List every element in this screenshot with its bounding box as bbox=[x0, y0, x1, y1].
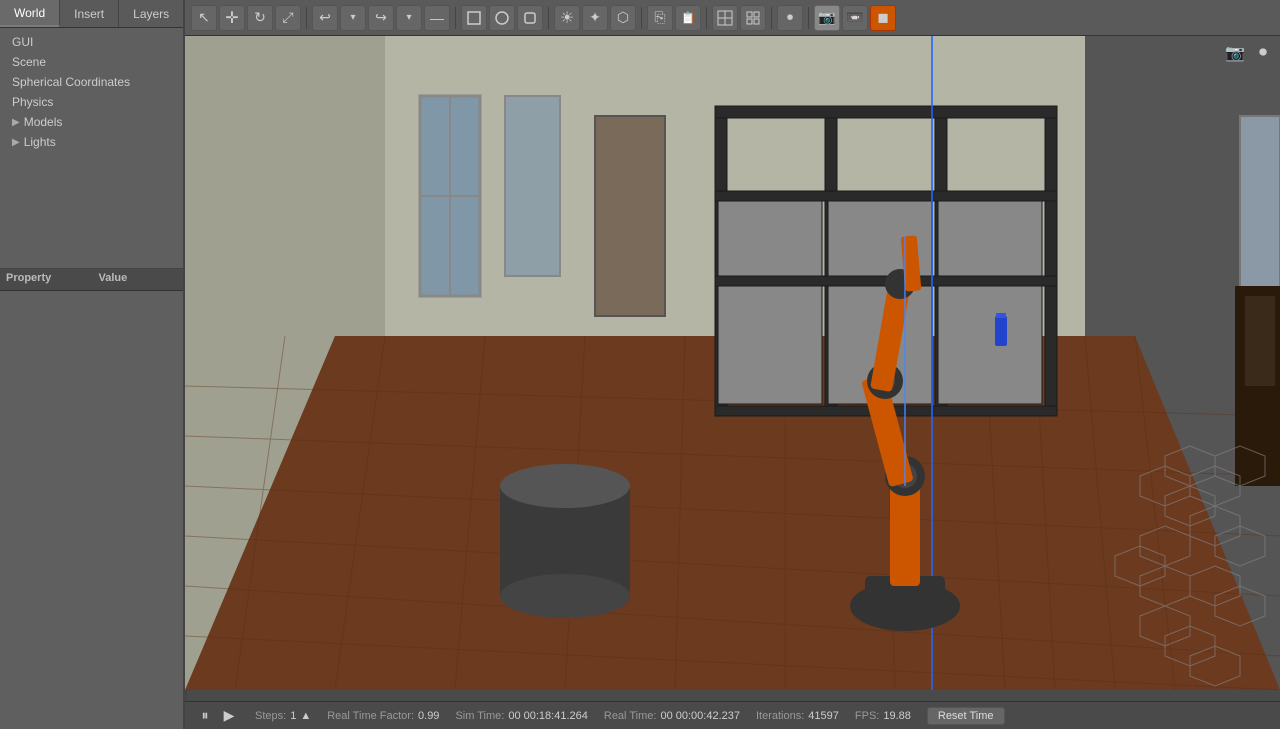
delete-button[interactable]: — bbox=[424, 5, 450, 31]
paste-button[interactable]: 📋 bbox=[675, 5, 701, 31]
scene-svg bbox=[185, 36, 1280, 690]
grid-button[interactable] bbox=[740, 5, 766, 31]
status-bar: ⏸ ▶ Steps: 1 ▲ Real Time Factor: 0.99 Si… bbox=[185, 701, 1280, 729]
translate-tool-button[interactable]: ✛ bbox=[219, 5, 245, 31]
lights-arrow: ▶ bbox=[12, 137, 20, 148]
models-arrow: ▶ bbox=[12, 117, 20, 128]
box-shape-button[interactable] bbox=[461, 5, 487, 31]
tab-world[interactable]: World bbox=[0, 0, 60, 27]
viewport-record-icon[interactable]: ⏺ bbox=[1252, 42, 1274, 64]
sidebar-item-lights[interactable]: ▶ Lights bbox=[0, 132, 185, 152]
left-panel: World Insert Layers GUI Scene Spherical … bbox=[0, 0, 185, 729]
copy-button[interactable]: ⎘ bbox=[647, 5, 673, 31]
sidebar-item-gui[interactable]: GUI bbox=[0, 32, 185, 52]
sep7 bbox=[808, 7, 809, 29]
fps-label: FPS: bbox=[855, 710, 879, 722]
point-light-button[interactable]: ✦ bbox=[582, 5, 608, 31]
viewport-screenshot-icon[interactable]: 📷 bbox=[1224, 42, 1246, 64]
steps-item: Steps: 1 ▲ bbox=[255, 710, 311, 722]
wireframe-button[interactable] bbox=[712, 5, 738, 31]
sphere-shape-button[interactable] bbox=[489, 5, 515, 31]
fps-item: FPS: 19.88 bbox=[855, 710, 911, 722]
sep2 bbox=[455, 7, 456, 29]
tab-insert[interactable]: Insert bbox=[60, 0, 119, 27]
steps-label: Steps: bbox=[255, 710, 286, 722]
sidebar-item-physics[interactable]: Physics bbox=[0, 92, 185, 112]
property-col-value: Value bbox=[93, 269, 186, 290]
sep5 bbox=[706, 7, 707, 29]
realtime-factor-item: Real Time Factor: 0.99 bbox=[327, 710, 439, 722]
tab-bar: World Insert Layers bbox=[0, 0, 185, 28]
realtime-value: 00 00:00:42.237 bbox=[660, 710, 740, 722]
screenshot-button[interactable]: 📷 bbox=[814, 5, 840, 31]
iterations-value: 41597 bbox=[808, 710, 839, 722]
spot-light-button[interactable]: ⬡ bbox=[610, 5, 636, 31]
tab-layers[interactable]: Layers bbox=[119, 0, 184, 27]
viewport-icons: 📷 ⏺ bbox=[1224, 42, 1274, 64]
undo-button[interactable]: ↩ bbox=[312, 5, 338, 31]
simtime-item: Sim Time: 00 00:18:41.264 bbox=[455, 710, 587, 722]
iterations-item: Iterations: 41597 bbox=[756, 710, 839, 722]
cylinder-shape-button[interactable] bbox=[517, 5, 543, 31]
sep6 bbox=[771, 7, 772, 29]
realtime-label: Real Time: bbox=[604, 710, 657, 722]
step-button[interactable]: ▶ bbox=[219, 706, 239, 726]
simtime-label: Sim Time: bbox=[455, 710, 504, 722]
scene-canvas: 📷 ⏺ bbox=[185, 36, 1280, 690]
fps-value: 19.88 bbox=[883, 710, 911, 722]
toolbar: ↖ ✛ ↻ ⤢ ↩ ▾ ↪ ▾ — ☀ ✦ ⬡ ⎘ 📋 ⏺ 📷 📼 ◼ bbox=[185, 0, 1280, 36]
tool7-button[interactable]: ⏺ bbox=[777, 5, 803, 31]
orange-marker[interactable]: ◼ bbox=[870, 5, 896, 31]
realtime-item: Real Time: 00 00:00:42.237 bbox=[604, 710, 740, 722]
undo-dropdown[interactable]: ▾ bbox=[340, 5, 366, 31]
sidebar-item-scene[interactable]: Scene bbox=[0, 52, 185, 72]
reset-time-button[interactable]: Reset Time bbox=[927, 707, 1005, 725]
redo-dropdown[interactable]: ▾ bbox=[396, 5, 422, 31]
step-arrow: ▲ bbox=[300, 710, 311, 722]
steps-value: 1 bbox=[290, 710, 296, 722]
play-controls: ⏸ ▶ bbox=[195, 706, 239, 726]
scale-tool-button[interactable]: ⤢ bbox=[275, 5, 301, 31]
property-header: Property Value bbox=[0, 269, 185, 291]
record-button[interactable]: 📼 bbox=[842, 5, 868, 31]
sidebar-item-spherical-coordinates[interactable]: Spherical Coordinates bbox=[0, 72, 185, 92]
pause-button[interactable]: ⏸ bbox=[195, 706, 215, 726]
sun-light-button[interactable]: ☀ bbox=[554, 5, 580, 31]
realtime-factor-value: 0.99 bbox=[418, 710, 439, 722]
property-col-property: Property bbox=[0, 269, 93, 290]
rotate-tool-button[interactable]: ↻ bbox=[247, 5, 273, 31]
simtime-value: 00 00:18:41.264 bbox=[508, 710, 588, 722]
select-tool-button[interactable]: ↖ bbox=[191, 5, 217, 31]
iterations-label: Iterations: bbox=[756, 710, 804, 722]
sep1 bbox=[306, 7, 307, 29]
sep4 bbox=[641, 7, 642, 29]
sep3 bbox=[548, 7, 549, 29]
sidebar-item-models[interactable]: ▶ Models bbox=[0, 112, 185, 132]
property-panel: Property Value bbox=[0, 268, 185, 729]
redo-button[interactable]: ↪ bbox=[368, 5, 394, 31]
realtime-factor-label: Real Time Factor: bbox=[327, 710, 414, 722]
